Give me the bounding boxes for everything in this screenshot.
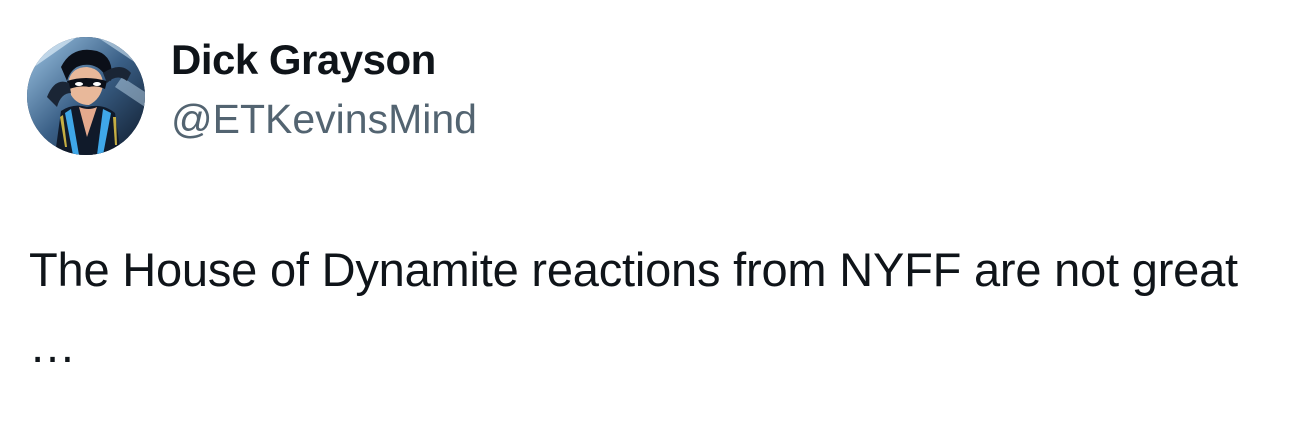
author-handle[interactable]: @ETKevinsMind: [171, 94, 477, 144]
author-display-name[interactable]: Dick Grayson: [171, 35, 436, 85]
comic-hero-avatar-icon: [27, 37, 145, 155]
tweet-text: The House of Dynamite reactions from NYF…: [29, 243, 1238, 372]
avatar[interactable]: [27, 37, 145, 155]
tweet-card: Dick Grayson @ETKevinsMind The House of …: [0, 0, 1290, 431]
